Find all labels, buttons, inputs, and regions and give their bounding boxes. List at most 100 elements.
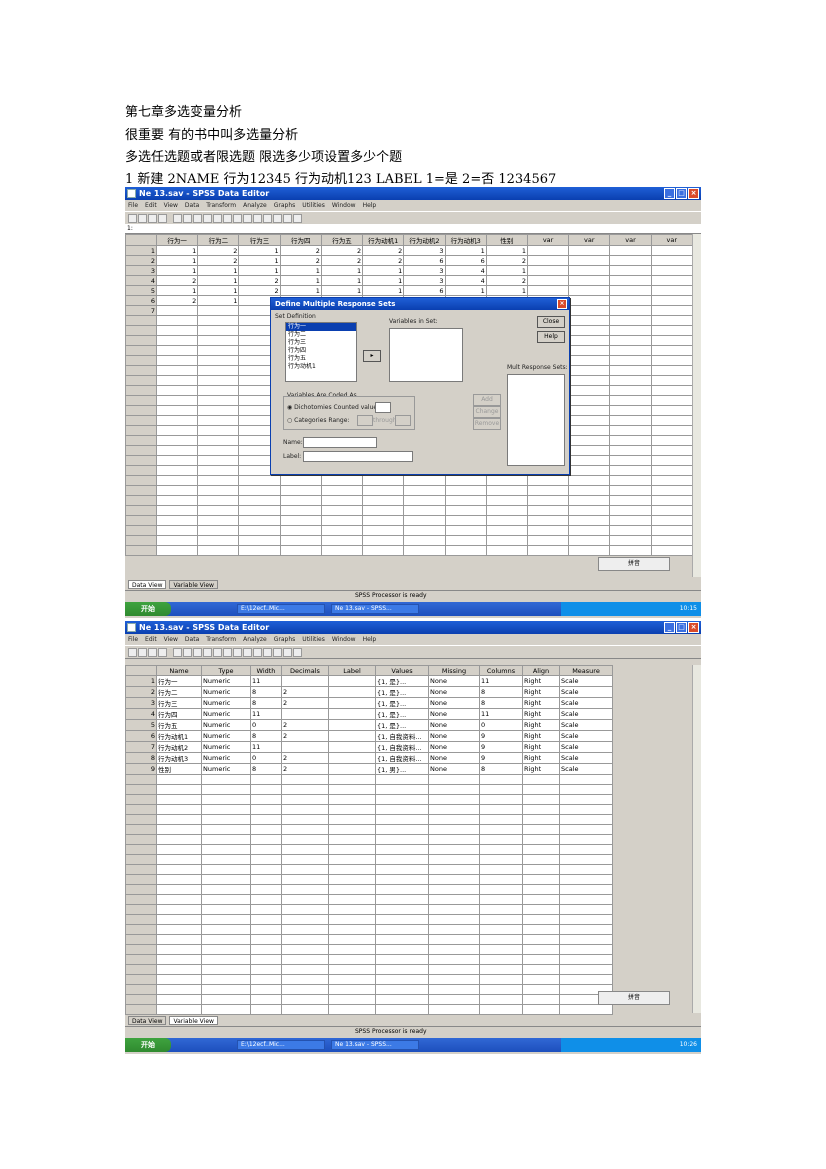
table-cell[interactable]: Right [522,741,560,753]
table-cell[interactable] [250,944,282,955]
table-cell[interactable] [197,315,240,326]
menu-analyze[interactable]: Analyze [243,200,267,211]
table-cell[interactable] [155,505,199,516]
undo-icon[interactable] [173,213,182,223]
row-number[interactable]: 7 [125,305,157,316]
table-cell[interactable] [559,914,613,925]
table-cell[interactable] [526,485,570,496]
table-cell[interactable] [201,964,251,975]
table-cell[interactable] [428,934,480,945]
table-cell[interactable] [279,505,322,516]
table-cell[interactable] [568,445,611,456]
table-cell[interactable]: 2 [197,245,240,256]
table-cell[interactable] [375,964,429,975]
table-cell[interactable] [568,255,611,266]
table-cell[interactable] [444,485,487,496]
table-cell[interactable] [281,794,329,805]
table-cell[interactable]: Right [522,730,560,742]
table-cell[interactable] [375,934,429,945]
table-cell[interactable] [568,335,611,346]
table-cell[interactable] [428,984,480,995]
table-cell[interactable]: 行为三 [156,697,202,709]
table-cell[interactable]: Numeric [201,686,251,698]
table-cell[interactable]: 1 [197,275,240,286]
table-cell[interactable]: Right [522,675,560,687]
table-cell[interactable]: 1 [320,285,364,296]
close-button[interactable]: Close [537,316,565,328]
table-cell[interactable] [155,545,199,556]
table-cell[interactable] [568,425,611,436]
table-cell[interactable] [403,495,446,506]
table-cell[interactable] [281,954,329,965]
column-header[interactable]: 行为动机3 [444,234,487,246]
table-cell[interactable] [479,974,523,985]
table-cell[interactable] [650,365,694,376]
table-cell[interactable]: {1, 男}... [375,763,429,775]
menu-help[interactable]: Help [363,634,377,645]
table-cell[interactable] [201,824,251,835]
table-cell[interactable] [479,1004,523,1015]
table-cell[interactable]: 4 [444,265,487,276]
table-cell[interactable] [281,974,329,985]
table-cell[interactable] [559,904,613,915]
table-cell[interactable] [328,752,376,764]
table-cell[interactable] [281,741,329,753]
table-cell[interactable] [609,375,652,386]
table-cell[interactable] [559,934,613,945]
table-cell[interactable] [479,954,523,965]
table-cell[interactable] [281,884,329,895]
table-cell[interactable]: 1 [155,285,199,296]
table-cell[interactable] [201,984,251,995]
table-cell[interactable] [320,535,364,546]
table-cell[interactable] [197,305,240,316]
table-cell[interactable]: {1, 自我资料... [375,741,429,753]
table-cell[interactable] [328,686,376,698]
table-cell[interactable]: 1 [238,265,281,276]
row-number[interactable]: 3 [125,697,157,709]
table-cell[interactable] [281,934,329,945]
table-cell[interactable] [526,545,570,556]
table-cell[interactable] [328,804,376,815]
list-item[interactable]: 行为四 [286,347,356,355]
table-cell[interactable] [609,415,652,426]
table-cell[interactable]: {1, 自我资料... [375,730,429,742]
table-cell[interactable] [479,944,523,955]
row-number[interactable] [125,884,157,895]
table-cell[interactable] [362,545,405,556]
row-number[interactable]: 6 [125,730,157,742]
table-cell[interactable] [250,1004,282,1015]
table-cell[interactable] [375,814,429,825]
table-cell[interactable] [156,944,202,955]
table-cell[interactable] [526,245,570,256]
table-cell[interactable] [328,984,376,995]
maximize-button[interactable]: □ [676,622,687,633]
table-cell[interactable] [250,904,282,915]
menu-transform[interactable]: Transform [206,634,236,645]
table-cell[interactable] [281,894,329,905]
row-number[interactable] [125,505,157,516]
table-cell[interactable] [559,814,613,825]
table-cell[interactable]: 11 [250,675,282,687]
table-cell[interactable] [155,485,199,496]
split-file-icon[interactable] [253,647,262,657]
menu-analyze[interactable]: Analyze [243,634,267,645]
table-cell[interactable] [479,814,523,825]
row-number[interactable]: 3 [125,265,157,276]
row-number[interactable] [125,774,157,785]
list-item[interactable]: 行为三 [286,339,356,347]
table-cell[interactable]: 2 [320,245,364,256]
find-icon[interactable] [223,213,232,223]
table-cell[interactable] [250,874,282,885]
redo-icon[interactable] [183,213,192,223]
table-cell[interactable] [197,375,240,386]
table-cell[interactable] [559,884,613,895]
table-cell[interactable]: 8 [479,686,523,698]
table-cell[interactable] [328,974,376,985]
table-cell[interactable] [362,525,405,536]
table-cell[interactable] [403,515,446,526]
table-cell[interactable] [428,834,480,845]
column-header[interactable]: Label [328,665,376,676]
table-cell[interactable]: 1 [362,275,405,286]
menu-graphs[interactable]: Graphs [274,200,296,211]
table-cell[interactable] [428,794,480,805]
